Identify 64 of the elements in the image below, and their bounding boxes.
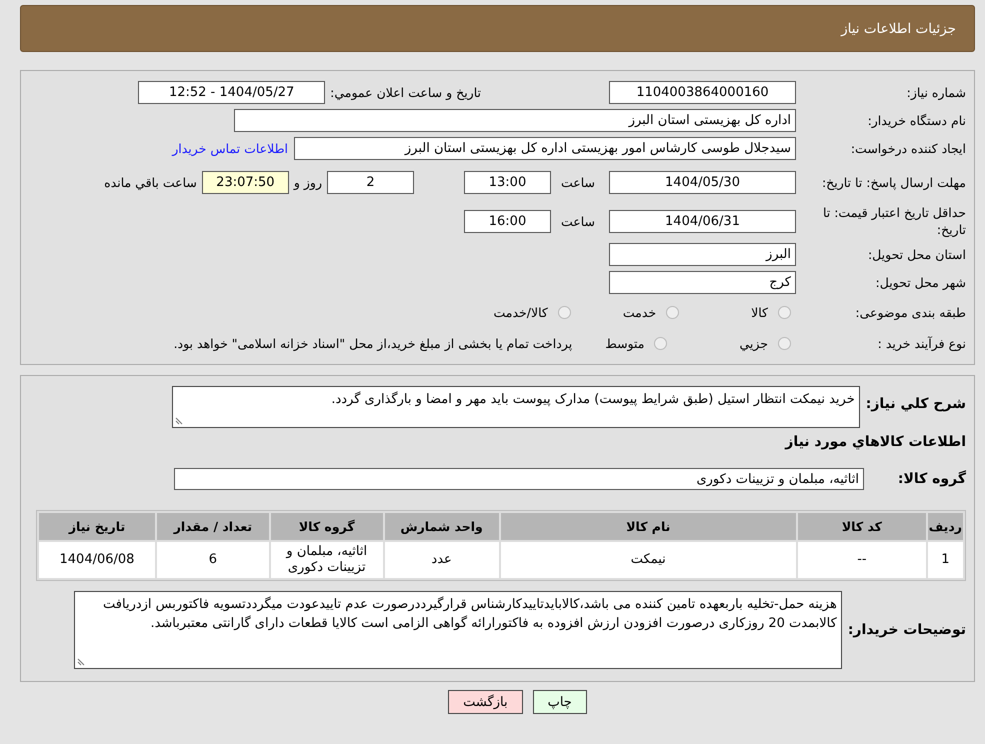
field-label: ساعت باقي مانده <box>104 174 197 190</box>
field-label: شهر محل تحویل: <box>874 274 967 291</box>
radio-label: کالا/خدمت <box>493 304 548 320</box>
field-label: نام دستگاه خریدار: <box>866 112 967 129</box>
radio-button[interactable] <box>778 306 791 318</box>
section-title: اطلاعات کالاهاي مورد نیاز <box>785 434 967 450</box>
table-cell: 1404/06/08 <box>39 542 155 578</box>
remaining-time-field: 23:07:50 <box>202 170 289 194</box>
validity-time-field: 16:00 <box>464 210 551 232</box>
field-label: توضیحات خریدار: <box>846 622 967 638</box>
radio-label: کالا <box>751 304 768 320</box>
radio-button[interactable] <box>558 306 571 318</box>
field-label: ساعت <box>560 174 595 190</box>
table-cell: 1 <box>928 542 963 578</box>
column-header: ردیف <box>928 513 963 540</box>
requester-field: سیدجلال طوسی کارشاس امور بهزیستی اداره کل بهزیستی استان البرز <box>294 137 796 160</box>
table-cell: اثاثیه، مبلمان و تزیینات دکوری <box>270 542 383 578</box>
days-field: 2 <box>326 170 414 194</box>
column-header: واحد شمارش <box>384 513 499 540</box>
page-title: جزئیات اطلاعات نیاز <box>841 20 956 36</box>
column-header: تعداد / مقدار <box>156 513 269 540</box>
radio-label: خدمت <box>622 304 656 320</box>
radio-label: جزيي <box>739 336 768 350</box>
announce-date-field: 1404/05/27 - 12:52 <box>138 81 326 104</box>
field-label: ساعت <box>560 214 595 228</box>
field-label: گروه کالا: <box>896 471 967 487</box>
field-label: حداقل تاریخ اعتبار قیمت: تا تاریخ: <box>822 204 967 238</box>
radio-label: متوسط <box>605 336 644 350</box>
buyer-field: اداره کل بهزیستی استان البرز <box>234 109 796 132</box>
radio-button[interactable] <box>778 336 791 350</box>
column-header: تاریخ نیاز <box>39 513 155 540</box>
resize-grip-icon[interactable] <box>174 417 183 425</box>
back-button[interactable]: بازگشت <box>448 690 523 714</box>
validity-date-field: 1404/06/31 <box>609 210 796 232</box>
process-note: پرداخت تمام یا بخشی از مبلغ خرید،از محل "اسناد خزانه اسلامی" خواهد بود. <box>174 336 572 350</box>
column-header: نام کالا <box>500 513 796 540</box>
field-label: مهلت ارسال پاسخ: تا تاریخ: <box>820 174 967 190</box>
radio-button[interactable] <box>666 306 680 318</box>
need-number-field: 1104003864000160 <box>609 81 796 104</box>
reply-date-field: 1404/05/30 <box>609 170 796 194</box>
table-cell: 6 <box>156 542 269 578</box>
field-label: تاريخ و ساعت اعلان عمومي: <box>330 85 481 100</box>
province-field: البرز <box>609 243 796 266</box>
city-field: کرج <box>609 271 796 294</box>
table-cell: نیمکت <box>500 542 796 578</box>
field-label: استان محل تحویل: <box>866 246 967 263</box>
field-label: ایجاد کننده درخواست: <box>850 140 967 157</box>
contact-link[interactable]: اطلاعات تماس خریدار <box>172 141 288 156</box>
notes-field: هزینه حمل-تخلیه باربعهده تامین کننده می باشد،کالاباید‌تاییدکارشناس قرارگیرددرصورت عدم تاییدعودت میگرددتسویه فاکتوربس ازدریافت کالابمدت 20 روزکاری درصورت افزودن ارزش افزوده به فاکتورارائه گواهی الزامی است کالایا قطعات دارای گارانتی معتبرباشد. <box>74 591 842 669</box>
field-label: نوع فرآیند خرید : <box>876 334 967 352</box>
field-label: روز و <box>294 174 322 190</box>
column-header: گروه کالا <box>270 513 383 540</box>
reply-time-field: 13:00 <box>464 170 551 194</box>
print-button[interactable]: چاپ <box>532 690 587 714</box>
field-label: طبقه بندی موضوعی: <box>854 304 967 320</box>
description-field: خرید نیمکت انتظار استیل (طبق شرایط پیوست) مدارک پیوست باید مهر و امضا و بارگذاری گردد. <box>172 386 860 428</box>
group-field: اثاثیه، مبلمان و تزیینات دکوری <box>174 468 864 490</box>
table-cell: عدد <box>384 542 499 578</box>
resize-grip-icon[interactable] <box>76 658 85 666</box>
field-label: شرح کلي نیاز: <box>864 396 967 412</box>
field-label: شماره نیاز: <box>906 84 967 101</box>
column-header: کد کالا <box>798 513 926 540</box>
radio-button[interactable] <box>654 336 668 350</box>
table-cell: -- <box>798 542 926 578</box>
